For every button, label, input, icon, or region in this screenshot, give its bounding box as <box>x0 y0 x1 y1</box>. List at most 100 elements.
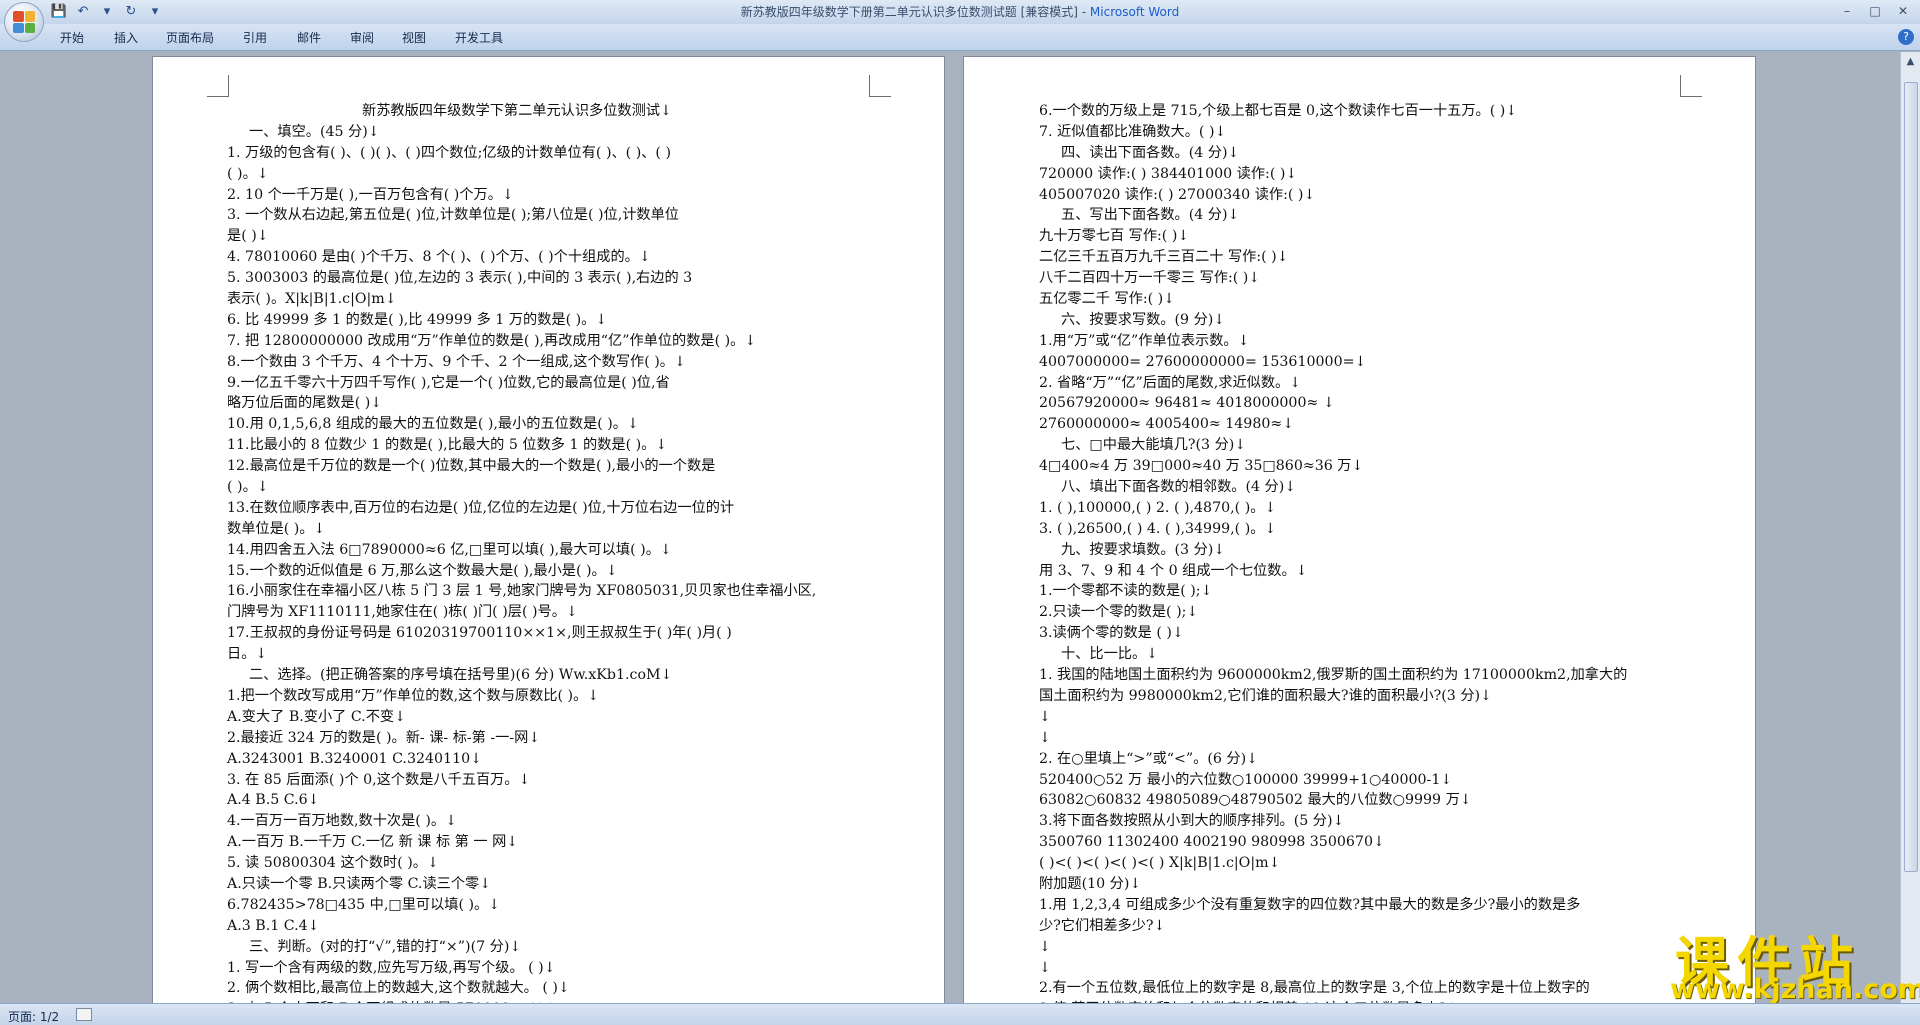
document-page-2[interactable]: 6.一个数的万级上是 715,个级上都七百是 0,这个数读作七百一十五万。( )… <box>963 56 1756 1016</box>
undo-dropdown-icon[interactable]: ▾ <box>98 3 116 21</box>
document-line: 1. 写一个含有两级的数,应先写万级,再写个级。 ( )↓ <box>227 959 556 976</box>
document-line: 10.用 0,1,5,6,8 组成的最大的五位数是( ),最小的五位数是( )。… <box>227 416 639 433</box>
document-line: 1.把一个数改写成用“万”作单位的数,这个数与原数比( )。↓ <box>227 687 600 704</box>
document-line: 八、填出下面各数的相邻数。(4 分)↓ <box>1061 479 1297 496</box>
margin-corner-mark <box>1680 75 1702 97</box>
document-line: 2. 省略“万”“亿”后面的尾数,求近似数。↓ <box>1039 374 1302 391</box>
document-line: 门牌号为 XF1110111,她家住在( )栋( )门( )层( )号。↓ <box>227 604 578 621</box>
document-line: ↓ <box>1039 708 1051 725</box>
document-line: 720000 读作:( ) 384401000 读作:( )↓ <box>1039 165 1298 182</box>
close-icon[interactable]: ✕ <box>1890 2 1916 20</box>
document-line: 表示( )。X|k|B|1.c|O|m↓ <box>227 291 397 308</box>
document-line: 3500760 11302400 4002190 980998 3500670↓ <box>1039 834 1385 851</box>
proofing-icon[interactable] <box>76 1008 92 1021</box>
document-line: 14.用四舍五入法 6□7890000≈6 亿,□里可以填( ),最大可以填( … <box>227 541 672 558</box>
page-count[interactable]: 页面: 1/2 <box>8 1008 59 1025</box>
document-line: 2.有一个五位数,最低位上的数字是 8,最高位上的数字是 3,个位上的数字是十位… <box>1039 980 1590 997</box>
undo-icon[interactable]: ↶ <box>74 3 92 21</box>
document-line: A.3243001 B.3240001 C.3240110↓ <box>227 750 483 767</box>
document-line: ↓ <box>1039 959 1051 976</box>
kjzhan-watermark: 课件站 www.kjzhan.com <box>1660 918 1920 1005</box>
page-2-lines: 6.一个数的万级上是 715,个级上都七百是 0,这个数读作七百一十五万。( )… <box>1039 101 1689 1015</box>
document-line: 3. 在 85 后面添( )个 0,这个数是八千五百万。↓ <box>227 771 531 788</box>
document-line: 2760000000≈ 4005400≈ 14980≈↓ <box>1039 416 1295 433</box>
office-button[interactable] <box>4 2 44 42</box>
tab-page-layout[interactable]: 页面布局 <box>166 29 214 46</box>
document-page-1[interactable]: 新苏教版四年级数学下第二单元认识多位数测试↓ 一、填空。(45 分)↓ 1. 万级… <box>152 56 945 1016</box>
help-icon[interactable]: ? <box>1898 29 1914 45</box>
document-line: 二亿三千五百万九千三百二十 写作:( )↓ <box>1039 249 1289 266</box>
document-heading: 新苏教版四年级数学下第二单元认识多位数测试↓ <box>362 103 672 119</box>
document-line: 九十万零七百 写作:( )↓ <box>1039 228 1190 245</box>
margin-corner-mark <box>869 75 891 97</box>
document-line: 是( )↓ <box>227 228 269 245</box>
quick-access-toolbar: 💾 ↶ ▾ ↻ ▾ <box>50 3 164 21</box>
document-line: 520400○52 万 最小的六位数○100000 39999+1○40000-… <box>1039 771 1453 788</box>
window-title: 新苏教版四年级数学下册第二单元认识多位数测试题 [兼容模式] - Microso… <box>0 0 1920 24</box>
app-name: Microsoft Word <box>1089 5 1180 19</box>
document-line: 附加题(10 分)↓ <box>1039 875 1142 892</box>
margin-corner-mark <box>207 75 229 97</box>
tab-references[interactable]: 引用 <box>243 29 267 46</box>
document-line: 5. 读 50800304 这个数时( )。↓ <box>227 855 439 872</box>
minimize-icon[interactable]: – <box>1834 2 1860 20</box>
page-1-text[interactable]: 新苏教版四年级数学下第二单元认识多位数测试↓ 一、填空。(45 分)↓ 1. 万级… <box>227 101 877 1015</box>
document-title: 新苏教版四年级数学下册第二单元认识多位数测试题 [兼容模式] - <box>740 5 1090 19</box>
document-line: 国土面积约为 9980000km2,它们谁的面积最大?谁的面积最小?(3 分)↓ <box>1039 687 1492 704</box>
document-line: 63082○60832 49805089○48790502 最大的八位数○999… <box>1039 792 1472 809</box>
document-line: 3.将下面各数按照从小到大的顺序排列。(5 分)↓ <box>1039 813 1345 830</box>
document-line: 9.一亿五千零六十万四千写作( ),它是一个( )位数,它的最高位是( )位,省 <box>227 374 670 391</box>
office-logo-icon <box>13 11 35 33</box>
document-line: 1. 万级的包含有( )、( )( )、( )四个数位;亿级的计数单位有( )、… <box>227 144 672 161</box>
redo-icon[interactable]: ↻ <box>122 3 140 21</box>
document-line: 7. 近似值都比准确数大。( )↓ <box>1039 123 1227 140</box>
document-line: 1.一个零都不读的数是( );↓ <box>1039 583 1213 600</box>
tab-insert[interactable]: 插入 <box>114 29 138 46</box>
document-line: ( )。↓ <box>227 165 269 182</box>
scroll-up-icon[interactable]: ▲ <box>1903 54 1918 69</box>
document-line: 4. 78010060 是由( )个千万、8 个( )、( )个万、( )个十组… <box>227 249 651 266</box>
document-line: 四、读出下面各数。(4 分)↓ <box>1061 144 1240 161</box>
status-bar: 页面: 1/2 <box>0 1003 1920 1025</box>
document-line: 16.小丽家住在幸福小区八栋 5 门 3 层 1 号,她家门牌号为 XF0805… <box>227 583 817 600</box>
title-bar: 新苏教版四年级数学下册第二单元认识多位数测试题 [兼容模式] - Microso… <box>0 0 1920 24</box>
document-line: 1. ( ),100000,( ) 2. ( ),4870,( )。↓ <box>1039 499 1277 516</box>
document-line: 八千二百四十万一千零三 写作:( )↓ <box>1039 270 1261 287</box>
tab-home[interactable]: 开始 <box>60 29 84 46</box>
window-controls: – □ ✕ <box>1834 2 1916 20</box>
tab-view[interactable]: 视图 <box>402 29 426 46</box>
document-line: 6.一个数的万级上是 715,个级上都七百是 0,这个数读作七百一十五万。( )… <box>1039 103 1518 119</box>
tab-mailings[interactable]: 邮件 <box>297 29 321 46</box>
document-line: 405007020 读作:( ) 27000340 读作:( )↓ <box>1039 186 1316 203</box>
document-line: 数单位是( )。↓ <box>227 520 326 537</box>
document-line: 少?它们相差多少?↓ <box>1039 917 1166 934</box>
document-line: A.只读一个零 B.只读两个零 C.读三个零↓ <box>227 875 492 892</box>
tab-developer[interactable]: 开发工具 <box>455 29 503 46</box>
document-line: ↓ <box>1039 938 1051 955</box>
page-2-text[interactable]: 6.一个数的万级上是 715,个级上都七百是 0,这个数读作七百一十五万。( )… <box>1039 101 1689 1015</box>
document-line: 3. ( ),26500,( ) 4. ( ),34999,( )。↓ <box>1039 520 1277 537</box>
customize-toolbar-icon[interactable]: ▾ <box>146 3 164 21</box>
document-line: A.变大了 B.变小了 C.不变↓ <box>227 708 406 725</box>
document-line: 2. 10 个一千万是( ),一百万包含有( )个万。↓ <box>227 186 514 203</box>
document-line: 15.一个数的近似值是 6 万,那么这个数最大是( ),最小是( )。↓ <box>227 562 618 579</box>
watermark-url: www.kjzhan.com <box>1670 974 1920 1005</box>
document-line: 17.王叔叔的身份证号码是 61020319700110××1×,则王叔叔生于(… <box>227 625 732 642</box>
vertical-scrollbar[interactable]: ▲ ▼ <box>1900 52 1920 1003</box>
scrollbar-thumb[interactable] <box>1904 82 1918 872</box>
save-icon[interactable]: 💾 <box>50 3 68 21</box>
document-line: 七、□中最大能填几?(3 分)↓ <box>1061 437 1247 454</box>
document-line: 6.782435>78□435 中,□里可以填( )。↓ <box>227 896 501 913</box>
document-line: A.一百万 B.一千万 C.一亿 新 课 标 第 一 网↓ <box>227 834 519 851</box>
document-line: A.3 B.1 C.4↓ <box>227 917 320 934</box>
maximize-icon[interactable]: □ <box>1862 2 1888 20</box>
document-line: 4.一百万一百万地数,数十次是( )。↓ <box>227 813 457 830</box>
document-line: ↓ <box>1039 729 1051 746</box>
document-line: 4□400≈4 万 39□000≈40 万 35□860≈36 万↓ <box>1039 458 1364 475</box>
document-line: 20567920000≈ 96481≈ 4018000000≈ ↓ <box>1039 395 1335 412</box>
document-workspace: 新苏教版四年级数学下第二单元认识多位数测试↓ 一、填空。(45 分)↓ 1. 万级… <box>0 52 1900 1016</box>
document-line: 5. 3003003 的最高位是( )位,左边的 3 表示( ),中间的 3 表… <box>227 270 693 287</box>
document-line: 九、按要求填数。(3 分)↓ <box>1061 541 1226 558</box>
tab-review[interactable]: 审阅 <box>350 29 374 46</box>
document-line: 略万位后面的尾数是( )↓ <box>227 395 383 412</box>
